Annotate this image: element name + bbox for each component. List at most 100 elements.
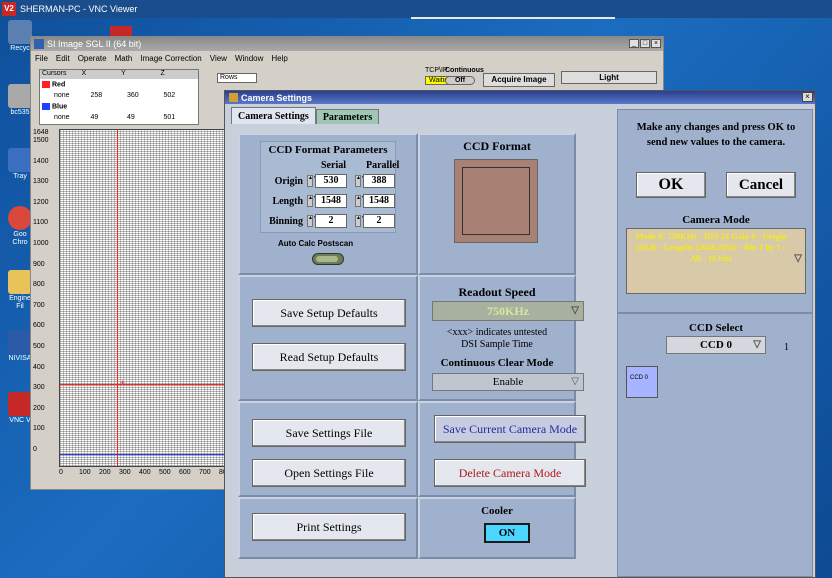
menu-window[interactable]: Window	[235, 54, 263, 63]
red-cursor-marker-icon[interactable]: +	[120, 379, 127, 388]
menu-image-correction[interactable]: Image Correction	[140, 54, 201, 63]
table-row[interactable]: Blue	[40, 101, 198, 112]
cursor-x: 258	[90, 92, 103, 99]
table-row[interactable]: none 258 360 502	[40, 90, 198, 101]
close-icon[interactable]: ×	[651, 39, 661, 48]
length-row: Length ▲▼ 1548 ▲▼ 1548	[267, 194, 403, 208]
cursor-name: Red	[52, 81, 66, 89]
x-tick-label: 400	[139, 469, 151, 476]
menu-edit[interactable]: Edit	[56, 54, 70, 63]
delete-camera-mode-button[interactable]: Delete Camera Mode	[434, 459, 586, 487]
menu-math[interactable]: Math	[115, 54, 133, 63]
origin-parallel-field[interactable]: 388	[363, 174, 395, 188]
length-parallel-spinner-icon[interactable]: ▲▼	[355, 195, 366, 207]
origin-serial-field[interactable]: 530	[315, 174, 347, 188]
x-tick-label: 200	[99, 469, 111, 476]
col-cursors: Cursors	[42, 70, 67, 77]
menu-view[interactable]: View	[210, 54, 227, 63]
continuous-toggle[interactable]: Off	[445, 76, 475, 85]
image-display: 1648 1500 1400 1300 1200 1100 1000 900 800 700 600…	[31, 129, 227, 489]
cursor-y: 360	[127, 92, 139, 99]
y-tick-label: 100	[33, 425, 45, 433]
cancel-button[interactable]: Cancel	[726, 172, 796, 198]
format-params-columns: Serial Parallel	[321, 160, 399, 171]
readout-speed-select[interactable]: 750KHz	[432, 301, 584, 321]
y-tick-label: 1400	[33, 157, 49, 165]
camera-mode-select[interactable]: Mode 0: 750KHz - DSI 34 Gain 0 - Origin …	[626, 228, 806, 294]
ccd-thumbnail[interactable]: CCD 0	[626, 366, 658, 398]
clear-mode-select[interactable]: Enable	[432, 373, 584, 391]
save-setup-defaults-button[interactable]: Save Setup Defaults	[252, 299, 406, 327]
cursor-z: 501	[163, 114, 176, 121]
vnc-title-bar[interactable]: V2 SHERMAN-PC - VNC Viewer	[0, 0, 832, 18]
y-tick-label: 700	[33, 301, 45, 309]
x-tick-label: 600	[179, 469, 191, 476]
maximize-icon[interactable]: □	[640, 39, 650, 48]
length-parallel-field[interactable]: 1548	[363, 194, 395, 208]
table-row[interactable]: Red	[40, 79, 198, 90]
recycle-bin-icon	[8, 20, 32, 44]
cooler-title: Cooler	[481, 505, 513, 517]
cooler-toggle-button[interactable]: ON	[484, 523, 530, 543]
camera-mode-actions-panel: Save Current Camera Mode Delete Camera M…	[418, 401, 586, 497]
red-cursor-vline[interactable]	[117, 130, 118, 466]
camera-app-icon	[229, 93, 238, 102]
binning-parallel-field[interactable]: 2	[363, 214, 395, 228]
x-tick-label: 100	[79, 469, 91, 476]
camera-mode-title: Camera Mode	[682, 214, 750, 226]
camera-mode-value: Mode 0: 750KHz - DSI 34 Gain 0 - Origin …	[635, 231, 787, 263]
origin-serial-spinner-icon[interactable]: ▲▼	[307, 175, 318, 187]
camera-dialog-title-bar[interactable]: Camera Settings	[225, 91, 815, 104]
image-plot[interactable]: +	[59, 129, 225, 467]
vnc-window-title: SHERMAN-PC - VNC Viewer	[20, 4, 138, 14]
format-params-title: CCD Format Parameters	[268, 144, 388, 156]
acquire-image-button[interactable]: Acquire Image	[483, 73, 555, 87]
blue-cursor-hline[interactable]	[60, 454, 224, 455]
col-y: Y	[121, 70, 126, 77]
ccd-select-dropdown[interactable]: CCD 0	[666, 336, 766, 354]
binning-parallel-spinner-icon[interactable]: ▲▼	[355, 215, 366, 227]
y-tick-label: 1200	[33, 198, 49, 206]
tab-camera-settings[interactable]: Camera Settings	[231, 107, 316, 124]
binning-serial-field[interactable]: 2	[315, 214, 347, 228]
nivisa-icon	[8, 330, 32, 354]
print-settings-button[interactable]: Print Settings	[252, 513, 406, 541]
cooler-panel: Cooler ON	[418, 497, 576, 559]
origin-parallel-spinner-icon[interactable]: ▲▼	[355, 175, 366, 187]
y-tick-label: 1000	[33, 240, 49, 247]
table-row[interactable]: none 49 49 501	[40, 112, 198, 123]
cursors-table-header: Cursors X Y Z	[40, 70, 198, 79]
read-setup-defaults-button[interactable]: Read Setup Defaults	[252, 343, 406, 371]
ccd-format-region	[462, 167, 530, 235]
vnc-icon	[8, 392, 32, 416]
cursor-z: 502	[163, 92, 176, 99]
y-tick-label: 0	[33, 446, 37, 453]
tray-icon	[8, 148, 32, 172]
continuous-control: Continuous Off	[445, 67, 484, 85]
origin-row: Origin ▲▼ 530 ▲▼ 388	[267, 174, 403, 188]
menu-help[interactable]: Help	[271, 54, 287, 63]
open-settings-file-button[interactable]: Open Settings File	[252, 459, 406, 487]
col-parallel: Parallel	[366, 160, 400, 171]
red-cursor-hline[interactable]	[60, 384, 224, 385]
length-serial-spinner-icon[interactable]: ▲▼	[307, 195, 318, 207]
cursors-table[interactable]: Cursors X Y Z Red none 258 360 502 Blue	[39, 69, 199, 125]
menu-operate[interactable]: Operate	[78, 54, 107, 63]
folder-icon	[8, 270, 32, 294]
save-settings-file-button[interactable]: Save Settings File	[252, 419, 406, 447]
tab-parameters[interactable]: Parameters	[315, 109, 380, 124]
close-icon[interactable]: ×	[802, 92, 813, 102]
x-tick-label: 300	[119, 469, 131, 476]
light-select[interactable]: Light	[561, 71, 657, 84]
length-serial-field[interactable]: 1548	[315, 194, 347, 208]
ok-button[interactable]: OK	[636, 172, 706, 198]
save-camera-mode-button[interactable]: Save Current Camera Mode	[434, 415, 586, 443]
rows-select[interactable]: Rows	[217, 73, 257, 83]
menu-file[interactable]: File	[35, 54, 48, 63]
si-title-bar[interactable]: SI Image SGL II (64 bit)	[31, 37, 663, 51]
auto-calc-toggle[interactable]	[312, 253, 344, 265]
dsi-sample-label: DSI Sample Time	[461, 339, 533, 350]
minimize-icon[interactable]: _	[629, 39, 639, 48]
y-tick-label: 1100	[33, 219, 49, 227]
binning-serial-spinner-icon[interactable]: ▲▼	[307, 215, 318, 227]
